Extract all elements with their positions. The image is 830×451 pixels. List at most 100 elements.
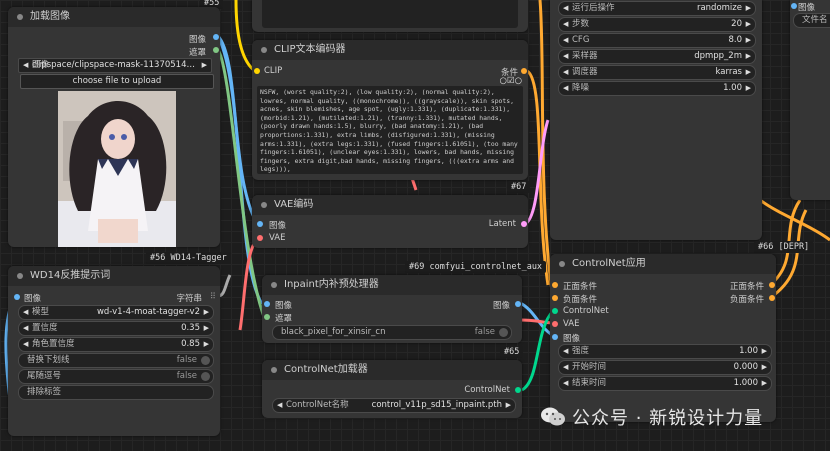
arrow-right-icon[interactable]: ▶ — [204, 338, 209, 351]
input-negative-slot[interactable] — [552, 295, 558, 301]
scheduler-label: 调度器 — [572, 67, 598, 77]
input-vae-slot[interactable] — [552, 321, 558, 327]
sampler-row-1[interactable]: ◀ 步数 20 ▶ — [558, 17, 756, 32]
arrow-right-icon[interactable]: ▶ — [746, 34, 751, 47]
vae-encode-node[interactable]: VAE编码 图像 VAE Latent — [252, 195, 528, 248]
output-controlnet-slot[interactable] — [515, 387, 521, 393]
load-image-node[interactable]: 加载图像 图像 遮罩 ◀ 图像 clipspace/clipspace-mask… — [8, 7, 220, 247]
arrow-right-icon[interactable]: ▶ — [202, 59, 207, 72]
output-positive-slot[interactable] — [769, 282, 775, 288]
vae-encode-title-bar[interactable]: VAE编码 — [252, 195, 528, 215]
output-conditioning-slot[interactable] — [521, 68, 527, 74]
input-clip-slot[interactable] — [254, 68, 260, 74]
arrow-left-icon[interactable]: ◀ — [277, 399, 282, 412]
input-mask-label: 遮罩 — [275, 314, 293, 324]
model-combo[interactable]: ◀ 模型 wd-v1-4-moat-tagger-v2 ▶ — [18, 305, 214, 320]
sampler-row-3[interactable]: ◀ 采样器 dpmpp_2m ▶ — [558, 49, 756, 64]
control-after-generate-value: randomize — [696, 3, 742, 13]
output-mask-slot[interactable] — [213, 47, 219, 53]
arrow-right-icon[interactable]: ▶ — [204, 322, 209, 335]
arrow-left-icon[interactable]: ◀ — [23, 338, 28, 351]
arrow-left-icon[interactable]: ◀ — [23, 306, 28, 319]
arrow-left-icon[interactable]: ◀ — [563, 2, 568, 15]
strength-number[interactable]: ◀ 强度 1.00 ▶ — [558, 344, 772, 359]
inpaint-node[interactable]: Inpaint内补预处理器 图像 遮罩 图像 black_pixel_for_x… — [262, 275, 522, 343]
black-pixel-toggle[interactable]: black_pixel_for_xinsir_cn false — [272, 325, 512, 340]
controlnet-aux-badge: #69 comfyui_controlnet_aux — [405, 261, 547, 273]
input-positive-slot[interactable] — [552, 282, 558, 288]
output-image-slot[interactable] — [213, 34, 219, 40]
wd14-node[interactable]: WD14反推提示词 图像 字符串 ⠿ ◀ 模型 wd-v1-4-moat-tag… — [8, 266, 220, 436]
sampler-row-2[interactable]: ◀ CFG 8.0 ▶ — [558, 33, 756, 48]
input-mask-slot[interactable] — [264, 314, 270, 320]
filename-prefix-input[interactable]: 文件名 — [793, 13, 830, 28]
toggle-knob[interactable] — [201, 372, 210, 381]
arrow-left-icon[interactable]: ◀ — [563, 18, 568, 31]
textarea-controls-icon[interactable]: ○☑○ — [500, 76, 522, 86]
output-latent-slot[interactable] — [521, 221, 527, 227]
sampler-row-0[interactable]: ◀ 运行后操作 randomize ▶ — [558, 1, 756, 16]
input-image-slot[interactable] — [257, 221, 263, 227]
trailing-comma-toggle[interactable]: 尾随逗号 false — [18, 369, 214, 384]
arrow-right-icon[interactable]: ▶ — [746, 82, 751, 95]
threshold-number[interactable]: ◀ 置信度 0.35 ▶ — [18, 321, 214, 336]
prompt-node-top[interactable] — [252, 0, 528, 32]
toggle-knob[interactable] — [201, 356, 210, 365]
inpaint-title-bar[interactable]: Inpaint内补预处理器 — [262, 275, 522, 295]
replace-underscore-toggle[interactable]: 替换下划线 false — [18, 353, 214, 368]
toggle-knob[interactable] — [499, 328, 508, 337]
threshold-label: 置信度 — [32, 323, 58, 333]
input-image-slot[interactable] — [14, 294, 20, 300]
load-image-title-bar[interactable]: 加载图像 — [8, 7, 220, 27]
arrow-left-icon[interactable]: ◀ — [23, 322, 28, 335]
arrow-left-icon[interactable]: ◀ — [563, 82, 568, 95]
input-controlnet-slot[interactable] — [552, 308, 558, 314]
arrow-right-icon[interactable]: ▶ — [762, 345, 767, 358]
output-image-slot[interactable] — [515, 301, 521, 307]
sampler-node-badge: #66 [DEPR] — [754, 241, 814, 253]
exclude-tags-input[interactable]: 排除标签 — [18, 385, 214, 400]
arrow-left-icon[interactable]: ◀ — [23, 59, 28, 72]
arrow-right-icon[interactable]: ▶ — [204, 306, 209, 319]
controlnet-loader-title-bar[interactable]: ControlNet加载器 — [262, 360, 522, 380]
arrow-right-icon[interactable]: ▶ — [746, 66, 751, 79]
sampler-row-5[interactable]: ◀ 降噪 1.00 ▶ — [558, 81, 756, 96]
input-vae-slot[interactable] — [257, 235, 263, 241]
input-image-slot[interactable] — [264, 301, 270, 307]
arrow-left-icon[interactable]: ◀ — [563, 361, 568, 374]
end-percent-number[interactable]: ◀ 结束时间 1.000 ▶ — [558, 376, 772, 391]
image-combo[interactable]: ◀ 图像 clipspace/clipspace-mask-11370514… … — [18, 58, 212, 73]
prompt-textarea-top[interactable] — [262, 0, 518, 28]
prompt-textarea[interactable]: NSFW, (worst quality:2), (low quality:2)… — [257, 86, 523, 174]
controlnet-apply-node[interactable]: ControlNet应用 正面条件 负面条件 ControlNet VAE 图像… — [550, 254, 776, 422]
arrow-right-icon[interactable]: ▶ — [746, 50, 751, 63]
control-after-generate-label: 运行后操作 — [572, 3, 615, 13]
clip-encode-title-bar[interactable]: CLIP文本编码器 — [252, 40, 528, 60]
controlnet-loader-node[interactable]: ControlNet加载器 ControlNet ◀ ControlNet名称 … — [262, 360, 522, 418]
output-latent-label: Latent — [488, 219, 516, 229]
arrow-left-icon[interactable]: ◀ — [563, 345, 568, 358]
arrow-right-icon[interactable]: ▶ — [506, 399, 511, 412]
wd14-title-bar[interactable]: WD14反推提示词 — [8, 266, 220, 286]
arrow-right-icon[interactable]: ▶ — [746, 18, 751, 31]
model-label: 模型 — [32, 307, 50, 317]
input-image-slot[interactable] — [791, 3, 797, 9]
arrow-left-icon[interactable]: ◀ — [563, 34, 568, 47]
sampler-row-4[interactable]: ◀ 调度器 karras ▶ — [558, 65, 756, 80]
arrow-left-icon[interactable]: ◀ — [563, 50, 568, 63]
clip-encode-node[interactable]: CLIP文本编码器 CLIP 条件 ○☑○ NSFW, (worst quali… — [252, 40, 528, 180]
ksampler-node[interactable]: ◀ 运行后操作 randomize ▶ ◀ 步数 20 ▶ ◀ CFG 8.0 … — [550, 0, 762, 240]
arrow-left-icon[interactable]: ◀ — [563, 377, 568, 390]
input-image-slot[interactable] — [552, 334, 558, 340]
controlnet-apply-title-bar[interactable]: ControlNet应用 — [550, 254, 776, 274]
start-percent-number[interactable]: ◀ 开始时间 0.000 ▶ — [558, 360, 772, 375]
arrow-left-icon[interactable]: ◀ — [563, 66, 568, 79]
arrow-right-icon[interactable]: ▶ — [762, 361, 767, 374]
controlnet-name-combo[interactable]: ◀ ControlNet名称 control_v11p_sd15_inpaint… — [272, 398, 516, 413]
choose-file-button[interactable]: choose file to upload — [20, 74, 214, 89]
char-threshold-number[interactable]: ◀ 角色置信度 0.85 ▶ — [18, 337, 214, 352]
arrow-right-icon[interactable]: ▶ — [746, 2, 751, 15]
arrow-right-icon[interactable]: ▶ — [762, 377, 767, 390]
save-image-node[interactable]: 图像 文件名 — [790, 0, 830, 200]
output-negative-slot[interactable] — [769, 295, 775, 301]
